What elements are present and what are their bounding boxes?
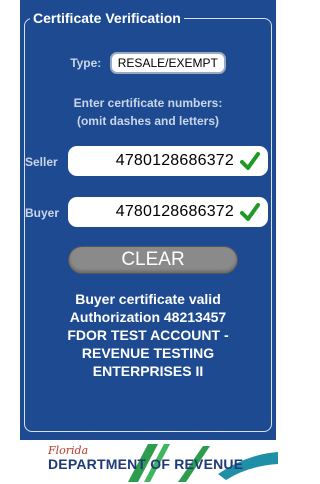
instructions-line2: (omit dashes and letters): [76, 114, 220, 128]
type-selector[interactable]: RESALE/EXEMPT: [109, 52, 226, 74]
buyer-label: Buyer: [25, 206, 60, 220]
checkmark-icon: [240, 203, 260, 221]
result-message: Buyer certificate valid Authorization 48…: [20, 290, 276, 380]
logo-department: DEPARTMENT OF REVENUE: [48, 456, 244, 472]
dor-logo: Florida DEPARTMENT OF REVENUE: [48, 444, 278, 484]
seller-value: 4780128686372: [115, 152, 234, 169]
result-line: Buyer certificate valid: [75, 291, 221, 307]
checkmark-icon: [240, 152, 260, 170]
type-label: Type:: [70, 56, 102, 70]
clear-button[interactable]: CLEAR: [68, 246, 238, 274]
buyer-value: 4780128686372: [115, 203, 234, 220]
seller-field[interactable]: 4780128686372: [68, 146, 268, 176]
buyer-field[interactable]: 4780128686372: [68, 197, 268, 227]
result-line: REVENUE TESTING: [81, 345, 215, 361]
result-line: ENTERPRISES II: [92, 363, 204, 379]
instructions-line1: Enter certificate numbers:: [73, 96, 223, 110]
result-line: Authorization 48213457: [69, 309, 227, 325]
result-line: FDOR TEST ACCOUNT -: [67, 327, 229, 343]
verification-panel: Certificate Verification Type: RESALE/EX…: [20, 0, 276, 440]
seller-label: Seller: [25, 155, 58, 169]
panel-title: Certificate Verification: [30, 10, 184, 26]
type-row: Type: RESALE/EXEMPT: [20, 52, 276, 74]
